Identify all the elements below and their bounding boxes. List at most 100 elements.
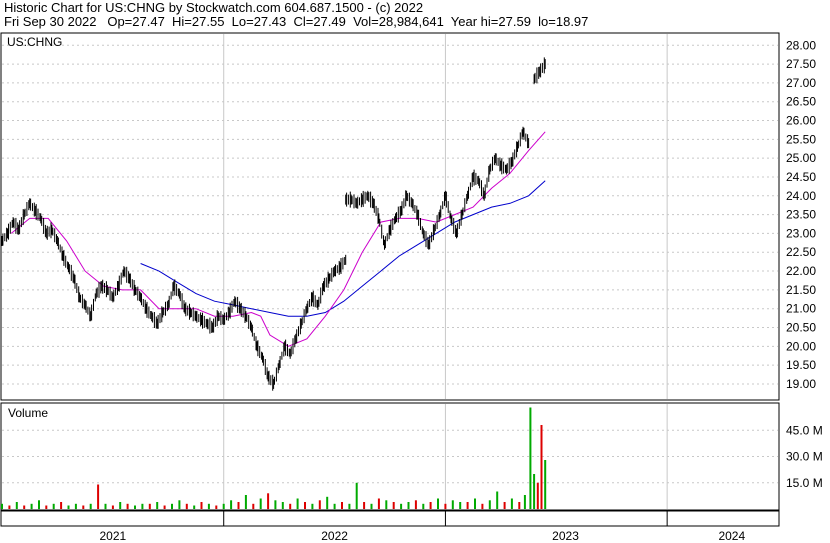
price-tick-label: 26.50 [786, 95, 816, 109]
volume-bar [74, 503, 77, 510]
volume-bar [1, 503, 3, 510]
price-tick-label: 24.00 [786, 189, 816, 203]
price-panel [0, 32, 780, 401]
volume-bar [488, 500, 491, 510]
volume-bar [518, 502, 521, 509]
price-tick-label: 19.50 [786, 358, 816, 372]
volume-bar [533, 474, 536, 509]
volume-bar [326, 496, 329, 510]
price-tick-label: 23.00 [786, 226, 816, 240]
volume-bar [30, 503, 33, 510]
date-axis-panel [0, 510, 780, 527]
volume-bar [230, 500, 233, 510]
volume-bar [422, 503, 425, 510]
volume-bar [207, 503, 210, 510]
volume-bar [141, 503, 144, 510]
volume-bar [38, 500, 40, 510]
price-tick-label: 22.00 [786, 264, 816, 278]
volume-bar [60, 502, 63, 509]
volume-bar [540, 425, 543, 509]
volume-bar [171, 503, 173, 510]
volume-bar [392, 502, 395, 509]
price-tick-label: 21.00 [786, 302, 816, 316]
volume-bar [67, 505, 70, 509]
volume-bar [259, 498, 262, 509]
volume-bar [510, 498, 513, 509]
volume-bar [281, 502, 284, 509]
volume-bar [244, 495, 247, 509]
volume-tick-label: 45.0 M [786, 423, 823, 437]
year-label: 2024 [718, 529, 745, 543]
volume-bar [304, 502, 306, 509]
volume-bar [274, 500, 277, 510]
volume-bar [200, 502, 203, 509]
price-tick-label: 23.50 [786, 208, 816, 222]
volume-tick-label: 30.0 M [786, 450, 823, 464]
volume-bar [536, 482, 539, 510]
volume-bar [148, 503, 151, 510]
volume-bar [252, 503, 255, 510]
volume-bar [318, 500, 321, 510]
price-tick-label: 22.50 [786, 245, 816, 259]
volume-bar [429, 502, 432, 509]
volume-bar [15, 502, 18, 509]
volume-bar [193, 505, 196, 509]
volume-bar [45, 505, 48, 509]
volume-bar [414, 500, 417, 510]
price-tick-label: 28.00 [786, 38, 816, 52]
volume-bar [529, 407, 532, 509]
year-label: 2023 [552, 529, 579, 543]
year-label: 2021 [100, 529, 127, 543]
volume-bar [52, 503, 55, 510]
volume-bar [348, 503, 351, 510]
volume-bar [119, 502, 122, 509]
volume-bar [451, 500, 454, 510]
volume-bar [222, 503, 225, 510]
year-label: 2022 [321, 529, 348, 543]
price-tick-label: 27.50 [786, 57, 816, 71]
volume-bar [474, 498, 476, 509]
volume-bar [111, 505, 114, 509]
price-tick-label: 20.00 [786, 339, 816, 353]
volume-bar [311, 503, 314, 510]
volume-bar [97, 484, 100, 509]
volume-bar [82, 505, 85, 509]
price-tick-label: 24.50 [786, 170, 816, 184]
volume-bar [163, 505, 166, 509]
volume-bar [459, 502, 462, 509]
volume-bar [267, 493, 270, 510]
volume-bar [496, 491, 499, 509]
volume-bar [296, 498, 299, 509]
volume-bar [523, 495, 526, 509]
volume-bar [363, 502, 366, 509]
volume-bar [377, 498, 380, 509]
volume-tick-label: 15.0 M [786, 476, 823, 490]
price-tick-label: 25.50 [786, 132, 816, 146]
price-tick-label: 19.00 [786, 377, 816, 391]
volume-bar [134, 505, 136, 509]
price-tick-label: 27.00 [786, 76, 816, 90]
volume-bar [215, 505, 218, 509]
volume-bar [126, 503, 129, 510]
volume-bar [23, 505, 26, 509]
volume-bar [89, 503, 92, 510]
volume-bar [544, 460, 547, 509]
volume-bar [437, 498, 439, 509]
volume-bar [178, 500, 181, 510]
volume-bar [185, 503, 188, 510]
stock-chart: 28.00 27.50 27.00 26.50 26.00 25.50 25.00 24.50… [0, 32, 823, 543]
volume-bar [341, 502, 343, 509]
volume-bar [385, 500, 388, 510]
volume-bar [400, 503, 403, 510]
volume-bar [156, 502, 159, 509]
price-tick-label: 25.00 [786, 151, 816, 165]
volume-bar [407, 502, 410, 509]
volume-bar [355, 482, 358, 510]
price-tick-label: 26.00 [786, 114, 816, 128]
volume-bar [333, 503, 336, 510]
volume-bar [104, 503, 107, 510]
volume-bar [503, 502, 506, 509]
volume-bar [466, 502, 469, 509]
volume-bar [370, 503, 373, 510]
volume-bar [481, 503, 484, 510]
